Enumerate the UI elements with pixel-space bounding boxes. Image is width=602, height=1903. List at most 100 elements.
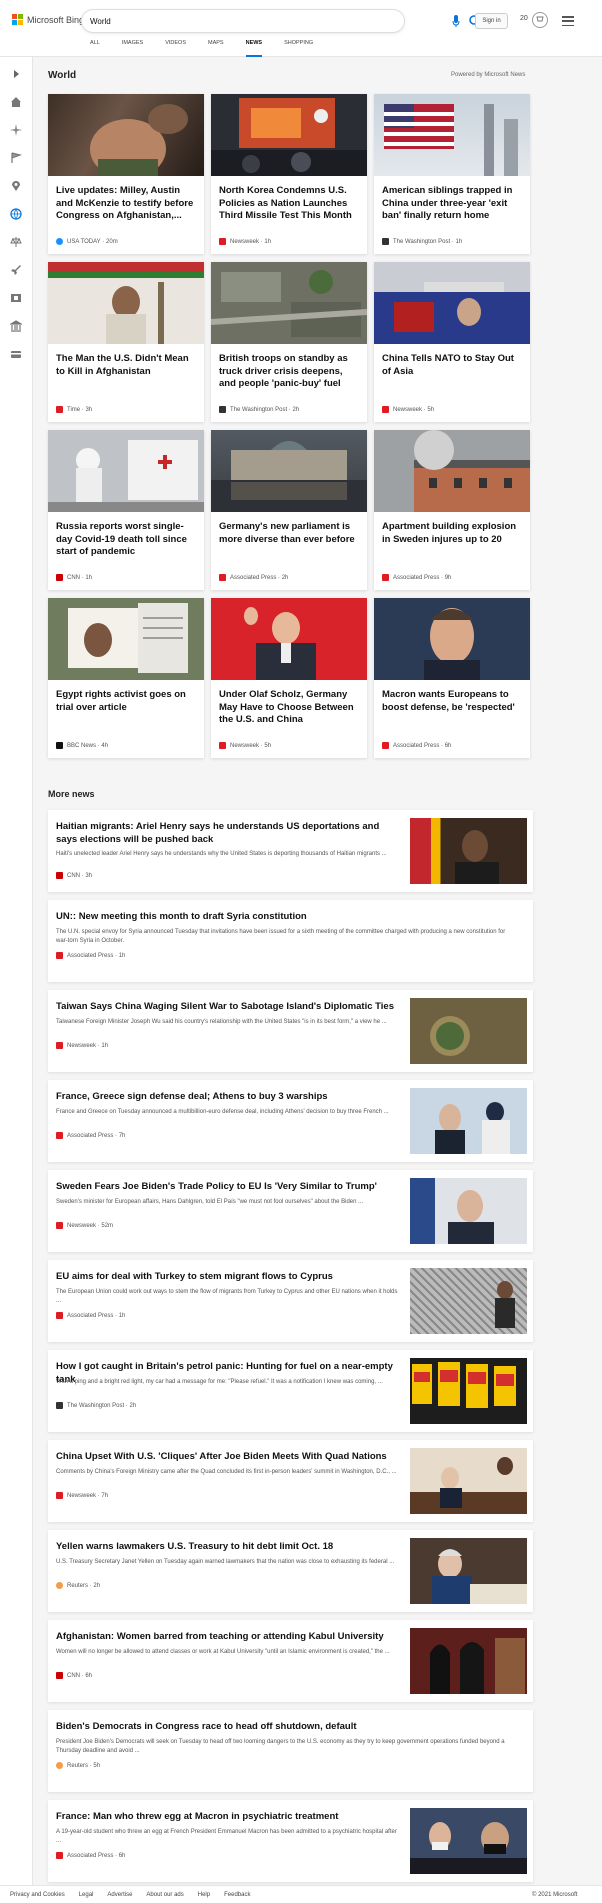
film-icon[interactable]: [10, 291, 22, 303]
item-source[interactable]: CNN · 3h: [56, 872, 92, 879]
card-source[interactable]: Newsweek · 1h: [219, 238, 271, 245]
item-title[interactable]: France, Greece sign defense deal; Athens…: [56, 1090, 401, 1103]
item-thumbnail[interactable]: [410, 1358, 527, 1424]
card-source[interactable]: Time · 3h: [56, 406, 92, 413]
news-card[interactable]: The Man the U.S. Didn't Mean to Kill in …: [48, 262, 204, 422]
flag-icon[interactable]: [10, 151, 23, 163]
expand-icon[interactable]: [10, 67, 22, 79]
item-source[interactable]: Reuters · 2h: [56, 1582, 100, 1589]
news-list-item[interactable]: France: Man who threw egg at Macron in p…: [48, 1800, 533, 1882]
card-source[interactable]: Newsweek · 5h: [382, 406, 434, 413]
card-title[interactable]: The Man the U.S. Didn't Mean to Kill in …: [56, 353, 198, 378]
item-source[interactable]: CNN · 6h: [56, 1672, 92, 1679]
news-card[interactable]: Germany's new parliament is more diverse…: [211, 430, 367, 590]
news-card[interactable]: Under Olaf Scholz, Germany May Have to C…: [211, 598, 367, 758]
item-source[interactable]: Newsweek · 7h: [56, 1492, 108, 1499]
card-icon[interactable]: [10, 347, 22, 359]
footer-link-legal[interactable]: Legal: [79, 1892, 94, 1898]
card-title[interactable]: Under Olaf Scholz, Germany May Have to C…: [219, 689, 361, 727]
item-title[interactable]: Afghanistan: Women barred from teaching …: [56, 1630, 401, 1643]
news-list-item[interactable]: France, Greece sign defense deal; Athens…: [48, 1080, 533, 1162]
sparkle-icon[interactable]: [10, 123, 22, 136]
item-title[interactable]: Taiwan Says China Waging Silent War to S…: [56, 1000, 401, 1013]
balance-icon[interactable]: [10, 235, 22, 247]
card-source[interactable]: Newsweek · 5h: [219, 742, 271, 749]
card-title[interactable]: Apartment building explosion in Sweden i…: [382, 521, 524, 546]
item-thumbnail[interactable]: [410, 1808, 527, 1874]
item-thumbnail[interactable]: [410, 998, 527, 1064]
news-list-item[interactable]: Sweden Fears Joe Biden's Trade Policy to…: [48, 1170, 533, 1252]
news-card[interactable]: China Tells NATO to Stay Out of Asia New…: [374, 262, 530, 422]
card-title[interactable]: American siblings trapped in China under…: [382, 185, 524, 223]
card-title[interactable]: Live updates: Milley, Austin and McKenzi…: [56, 185, 198, 223]
card-title[interactable]: Macron wants Europeans to boost defense,…: [382, 689, 524, 714]
footer-link-feedback[interactable]: Feedback: [224, 1892, 250, 1898]
tab-maps[interactable]: MAPS: [208, 40, 224, 57]
item-title[interactable]: Biden's Democrats in Congress race to he…: [56, 1720, 401, 1733]
news-card[interactable]: American siblings trapped in China under…: [374, 94, 530, 254]
rewards-icon[interactable]: [532, 12, 548, 28]
footer-link-about-ads[interactable]: About our ads: [146, 1892, 183, 1898]
item-source[interactable]: Associated Press · 7h: [56, 1132, 125, 1139]
card-title[interactable]: Germany's new parliament is more diverse…: [219, 521, 361, 546]
item-source[interactable]: Newsweek · 52m: [56, 1222, 113, 1229]
news-list-item[interactable]: Yellen warns lawmakers U.S. Treasury to …: [48, 1530, 533, 1612]
news-card[interactable]: Egypt rights activist goes on trial over…: [48, 598, 204, 758]
item-title[interactable]: Sweden Fears Joe Biden's Trade Policy to…: [56, 1180, 401, 1193]
tab-all[interactable]: ALL: [90, 40, 100, 57]
item-source[interactable]: Associated Press · 1h: [56, 952, 125, 959]
card-source[interactable]: USA TODAY · 20m: [56, 238, 118, 245]
rewards-points[interactable]: 20: [520, 15, 528, 22]
footer-link-privacy[interactable]: Privacy and Cookies: [10, 1892, 65, 1898]
card-source[interactable]: Associated Press · 6h: [382, 742, 451, 749]
item-title[interactable]: China Upset With U.S. 'Cliques' After Jo…: [56, 1450, 401, 1463]
item-thumbnail[interactable]: [410, 818, 527, 884]
menu-icon[interactable]: [562, 16, 574, 26]
item-source[interactable]: Reuters · 5h: [56, 1762, 100, 1769]
item-thumbnail[interactable]: [410, 1628, 527, 1694]
card-title[interactable]: British troops on standby as truck drive…: [219, 353, 361, 391]
item-source[interactable]: Associated Press · 1h: [56, 1312, 125, 1319]
card-title[interactable]: Egypt rights activist goes on trial over…: [56, 689, 198, 714]
microphone-icon[interactable]: [452, 14, 460, 28]
news-list-item[interactable]: Taiwan Says China Waging Silent War to S…: [48, 990, 533, 1072]
news-list-item[interactable]: Biden's Democrats in Congress race to he…: [48, 1710, 533, 1792]
news-card[interactable]: British troops on standby as truck drive…: [211, 262, 367, 422]
item-thumbnail[interactable]: [410, 1448, 527, 1514]
news-list-item[interactable]: EU aims for deal with Turkey to stem mig…: [48, 1260, 533, 1342]
item-title[interactable]: Yellen warns lawmakers U.S. Treasury to …: [56, 1540, 401, 1553]
footer-link-advertise[interactable]: Advertise: [107, 1892, 132, 1898]
card-title[interactable]: North Korea Condemns U.S. Policies as Na…: [219, 185, 361, 223]
card-source[interactable]: The Washington Post · 1h: [382, 238, 462, 245]
location-icon[interactable]: [10, 179, 22, 191]
tab-news[interactable]: NEWS: [245, 40, 263, 57]
tab-shopping[interactable]: SHOPPING: [284, 40, 313, 57]
footer-link-help[interactable]: Help: [198, 1892, 210, 1898]
tab-images[interactable]: IMAGES: [122, 40, 143, 57]
tab-videos[interactable]: VIDEOS: [165, 40, 186, 57]
item-thumbnail[interactable]: [410, 1538, 527, 1604]
item-title[interactable]: UN:: New meeting this month to draft Syr…: [56, 910, 401, 923]
news-list-item[interactable]: Afghanistan: Women barred from teaching …: [48, 1620, 533, 1702]
powered-by[interactable]: Powered by Microsoft News: [451, 72, 525, 78]
news-card[interactable]: Live updates: Milley, Austin and McKenzi…: [48, 94, 204, 254]
item-thumbnail[interactable]: [410, 1178, 527, 1244]
item-title[interactable]: Haitian migrants: Ariel Henry says he un…: [56, 820, 401, 846]
card-title[interactable]: Russia reports worst single-day Covid-19…: [56, 521, 198, 559]
news-card[interactable]: Apartment building explosion in Sweden i…: [374, 430, 530, 590]
card-source[interactable]: CNN · 1h: [56, 574, 92, 581]
item-source[interactable]: Newsweek · 1h: [56, 1042, 108, 1049]
item-thumbnail[interactable]: [410, 1088, 527, 1154]
news-card[interactable]: Russia reports worst single-day Covid-19…: [48, 430, 204, 590]
card-title[interactable]: China Tells NATO to Stay Out of Asia: [382, 353, 524, 378]
sign-in-button[interactable]: Sign in: [475, 13, 508, 29]
bank-icon[interactable]: [8, 319, 24, 332]
rocket-icon[interactable]: [10, 263, 22, 275]
card-source[interactable]: Associated Press · 9h: [382, 574, 451, 581]
news-list-item[interactable]: How I got caught in Britain's petrol pan…: [48, 1350, 533, 1432]
item-title[interactable]: France: Man who threw egg at Macron in p…: [56, 1810, 401, 1823]
item-source[interactable]: The Washington Post · 2h: [56, 1402, 136, 1409]
search-input[interactable]: [90, 14, 350, 28]
news-list-item[interactable]: UN:: New meeting this month to draft Syr…: [48, 900, 533, 982]
card-source[interactable]: BBC News · 4h: [56, 742, 108, 749]
